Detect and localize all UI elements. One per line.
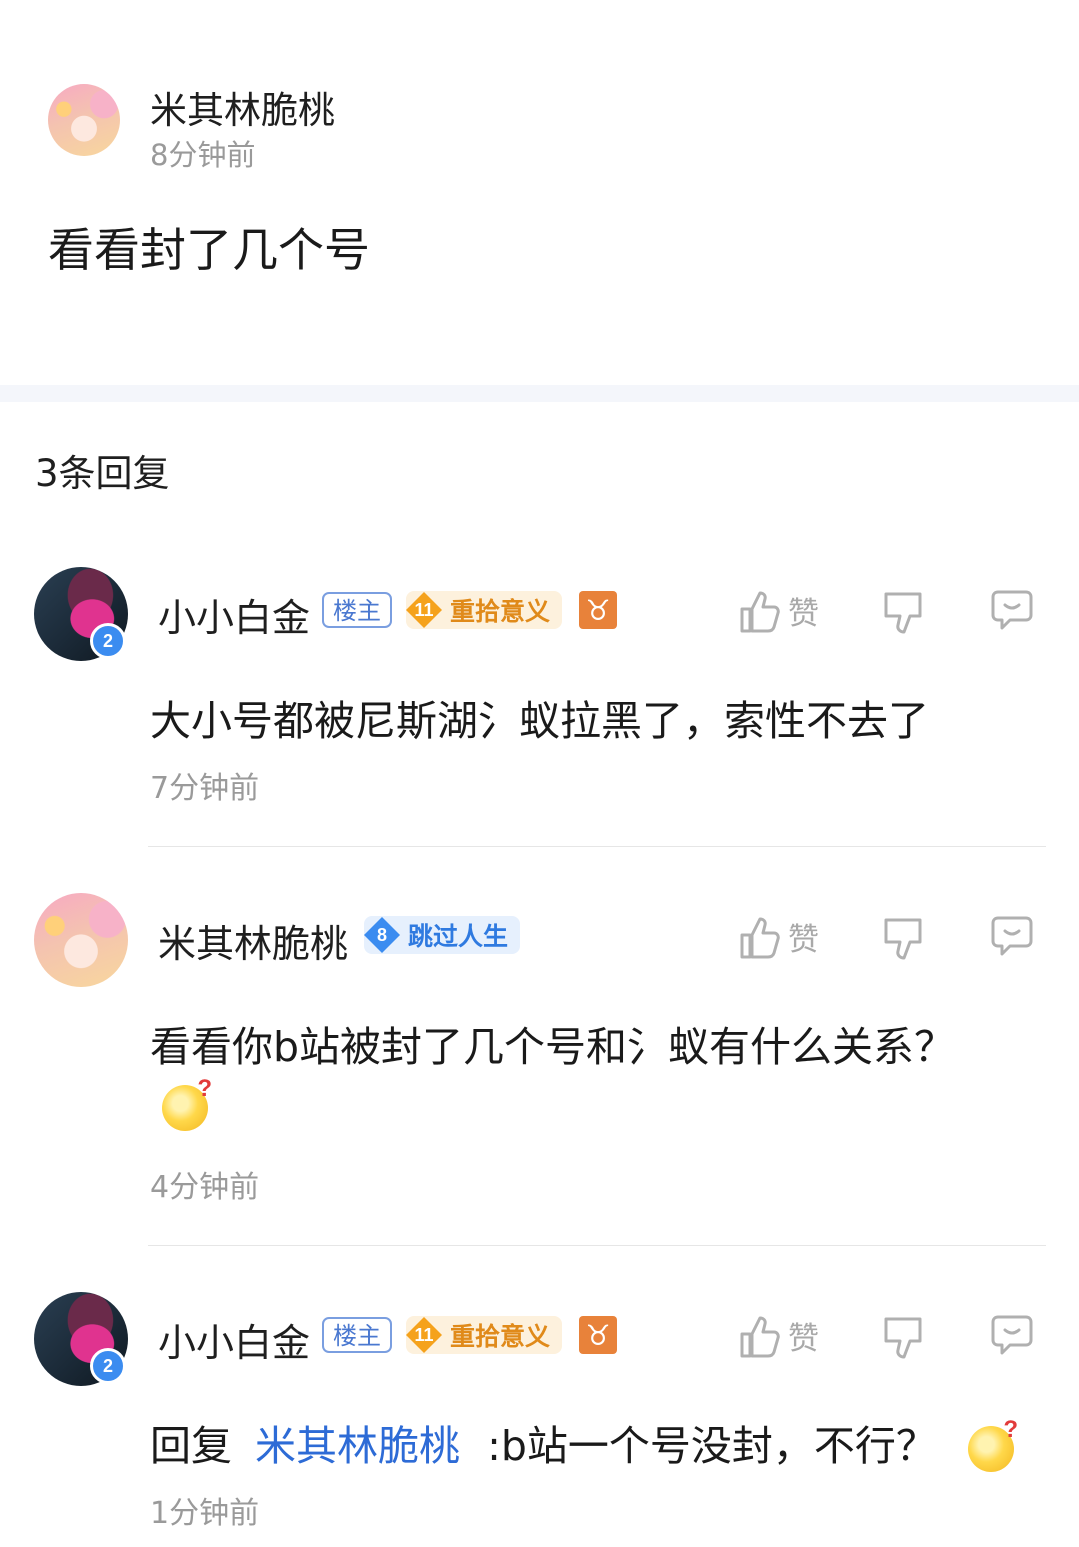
taurus-icon: ♉: [579, 1316, 617, 1354]
question-emoji-icon: [967, 1416, 1018, 1472]
reply-button[interactable]: [990, 588, 1034, 632]
user-level-tag: 11 重拾意义: [406, 591, 563, 629]
host-tag: 楼主: [322, 592, 392, 628]
avatar-level-badge: 2: [90, 623, 126, 659]
like-label: 赞: [788, 596, 819, 632]
reply-count: 3条回复: [35, 452, 170, 495]
user-level-tag: 8 跳过人生: [364, 916, 521, 954]
thumbs-down-icon: [884, 1317, 922, 1359]
comment-bubble-icon: [991, 590, 1033, 630]
level-number: 11: [406, 592, 442, 628]
comment-body: 回复 米其林脆桃 :b站一个号没封，不行？: [150, 1412, 1018, 1472]
comment-body: 看看你b站被封了几个号和氵蚁有什么关系？: [150, 1023, 956, 1071]
like-button[interactable]: 赞: [738, 1313, 819, 1358]
comment-avatar[interactable]: 2: [34, 1292, 128, 1386]
avatar-level-badge: 2: [90, 1348, 126, 1384]
comment-time: 7分钟前: [150, 771, 260, 806]
comment-body: 大小号都被尼斯湖氵蚁拉黑了，索性不去了: [150, 697, 929, 745]
thumbs-up-icon: [740, 591, 780, 632]
comment-author-name[interactable]: 米其林脆桃: [158, 913, 348, 968]
taurus-icon: ♉: [579, 591, 617, 629]
post-body: 看看封了几个号: [48, 223, 370, 277]
dislike-button[interactable]: [882, 590, 924, 636]
level-title: 重拾意义: [450, 597, 551, 626]
thumbs-up-icon: [740, 1316, 780, 1357]
reply-button[interactable]: [990, 1313, 1034, 1357]
thumbs-down-icon: [884, 592, 922, 634]
like-button[interactable]: 赞: [738, 914, 819, 959]
thumbs-up-icon: [740, 917, 780, 958]
comment-separator: [148, 846, 1046, 847]
post-author-avatar[interactable]: [48, 84, 120, 156]
reply-prefix: 回复: [150, 1422, 232, 1470]
post-time: 8分钟前: [150, 138, 256, 172]
like-label: 赞: [788, 922, 819, 958]
comment-bubble-icon: [991, 916, 1033, 956]
level-title: 跳过人生: [408, 922, 509, 951]
comment-separator: [148, 1245, 1046, 1246]
level-number: 11: [406, 1317, 442, 1353]
comment-bubble-icon: [991, 1315, 1033, 1355]
comment-avatar[interactable]: [34, 893, 128, 987]
reply-button[interactable]: [990, 914, 1034, 958]
dislike-button[interactable]: [882, 916, 924, 962]
comment-avatar[interactable]: 2: [34, 567, 128, 661]
user-level-tag: 11 重拾意义: [406, 1316, 563, 1354]
dislike-button[interactable]: [882, 1315, 924, 1361]
comment-emoji: [162, 1075, 212, 1131]
reply-text: :b站一个号没封，不行？: [487, 1422, 937, 1470]
mention-link[interactable]: 米其林脆桃: [255, 1422, 460, 1470]
comment-time: 1分钟前: [150, 1496, 260, 1531]
post-author-name[interactable]: 米其林脆桃: [150, 80, 335, 134]
level-title: 重拾意义: [450, 1322, 551, 1351]
like-label: 赞: [788, 1321, 819, 1357]
like-button[interactable]: 赞: [738, 588, 819, 633]
comment-time: 4分钟前: [150, 1170, 260, 1205]
comment-author-name[interactable]: 小小白金: [158, 587, 310, 642]
host-tag: 楼主: [322, 1317, 392, 1353]
comment-author-name[interactable]: 小小白金: [158, 1312, 310, 1367]
thumbs-down-icon: [884, 918, 922, 960]
level-number: 8: [364, 917, 400, 953]
section-divider: [0, 385, 1079, 402]
question-emoji-icon: [162, 1075, 212, 1131]
